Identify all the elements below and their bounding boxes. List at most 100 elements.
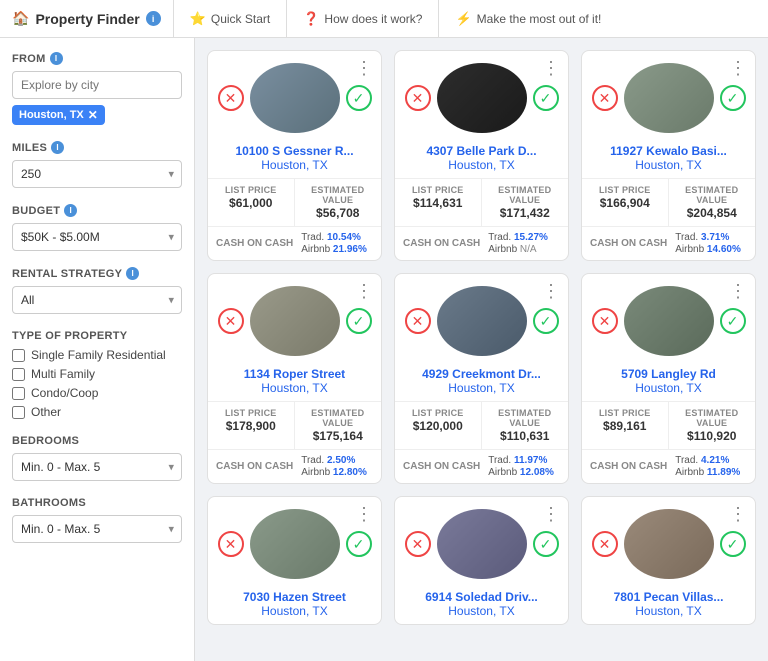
list-price-label: LIST PRICE xyxy=(403,408,473,418)
card-menu-button[interactable]: ⋮ xyxy=(542,505,560,523)
airbnb-return: Airbnb 21.96% xyxy=(301,244,367,255)
accept-button[interactable]: ✓ xyxy=(346,85,372,111)
tab-mostout[interactable]: ⚡ Make the most out of it! xyxy=(438,0,617,38)
list-price-label: LIST PRICE xyxy=(590,408,660,418)
cash-on-cash-label: CASH ON CASH xyxy=(590,461,667,472)
property-city: Houston, TX xyxy=(403,604,560,618)
est-value-label: ESTIMATED VALUE xyxy=(677,408,748,428)
checkbox-single-family[interactable]: Single Family Residential xyxy=(12,348,182,362)
est-value-cell: ESTIMATED VALUE $110,631 xyxy=(482,402,569,449)
reject-button[interactable]: ✕ xyxy=(592,85,618,111)
reject-button[interactable]: ✕ xyxy=(405,85,431,111)
reject-button[interactable]: ✕ xyxy=(218,308,244,334)
accept-button[interactable]: ✓ xyxy=(720,308,746,334)
checkbox-multi-family[interactable]: Multi Family xyxy=(12,367,182,381)
cash-on-cash-label: CASH ON CASH xyxy=(216,461,293,472)
card-menu-button[interactable]: ⋮ xyxy=(729,282,747,300)
cash-on-cash-label: CASH ON CASH xyxy=(216,238,293,249)
checkbox-condo[interactable]: Condo/Coop xyxy=(12,386,182,400)
budget-info-icon[interactable]: i xyxy=(64,204,77,217)
property-address-link[interactable]: 7801 Pecan Villas... xyxy=(614,590,724,604)
accept-button[interactable]: ✓ xyxy=(533,308,559,334)
property-address-link[interactable]: 4929 Creekmont Dr... xyxy=(422,367,541,381)
property-address-link[interactable]: 11927 Kewalo Basi... xyxy=(610,144,727,158)
property-address: 4929 Creekmont Dr... Houston, TX xyxy=(395,362,568,401)
property-image xyxy=(624,286,714,356)
property-card: ⋮ ✕ ✓ 1134 Roper Street Houston, TX LIST… xyxy=(207,273,382,484)
reject-button[interactable]: ✕ xyxy=(218,531,244,557)
card-menu-button[interactable]: ⋮ xyxy=(355,505,373,523)
property-address-link[interactable]: 10100 S Gessner R... xyxy=(235,144,353,158)
cash-on-cash-label: CASH ON CASH xyxy=(590,238,667,249)
rental-info-icon[interactable]: i xyxy=(126,267,139,280)
miles-select[interactable]: 250 50 100 500 xyxy=(12,160,182,188)
from-label: FROM i xyxy=(12,52,182,65)
property-city: Houston, TX xyxy=(590,604,747,618)
accept-button[interactable]: ✓ xyxy=(346,308,372,334)
remove-tag-button[interactable]: ✕ xyxy=(88,108,98,122)
other-checkbox[interactable] xyxy=(12,406,25,419)
property-address-link[interactable]: 7030 Hazen Street xyxy=(243,590,346,604)
single-family-checkbox[interactable] xyxy=(12,349,25,362)
property-listing-area: ⋮ ✕ ✓ 10100 S Gessner R... Houston, TX L… xyxy=(195,38,768,661)
property-address-link[interactable]: 1134 Roper Street xyxy=(244,367,345,381)
property-address-link[interactable]: 6914 Soledad Driv... xyxy=(425,590,538,604)
property-address-link[interactable]: 4307 Belle Park D... xyxy=(426,144,536,158)
accept-button[interactable]: ✓ xyxy=(720,531,746,557)
card-menu-button[interactable]: ⋮ xyxy=(729,505,747,523)
header: 🏠 Property Finder i ⭐ Quick Start ❓ How … xyxy=(0,0,768,38)
city-search-input[interactable] xyxy=(12,71,182,99)
price-area: LIST PRICE $166,904 ESTIMATED VALUE $204… xyxy=(582,178,755,226)
property-photo xyxy=(250,63,340,133)
checkbox-other[interactable]: Other xyxy=(12,405,182,419)
tab-howdoes[interactable]: ❓ How does it work? xyxy=(286,0,438,38)
card-menu-button[interactable]: ⋮ xyxy=(355,282,373,300)
bedrooms-select-wrapper: Min. 0 - Max. 5 xyxy=(12,453,182,481)
accept-button[interactable]: ✓ xyxy=(346,531,372,557)
accept-button[interactable]: ✓ xyxy=(720,85,746,111)
bathrooms-section: BATHROOMS Min. 0 - Max. 5 xyxy=(12,497,182,543)
tab-quickstart[interactable]: ⭐ Quick Start xyxy=(173,0,287,38)
rental-select[interactable]: All Traditional Airbnb xyxy=(12,286,182,314)
accept-button[interactable]: ✓ xyxy=(533,85,559,111)
question-icon: ❓ xyxy=(303,11,319,27)
reject-button[interactable]: ✕ xyxy=(218,85,244,111)
list-price-cell: LIST PRICE $166,904 xyxy=(582,179,669,226)
condo-checkbox[interactable] xyxy=(12,387,25,400)
property-address: 6914 Soledad Driv... Houston, TX xyxy=(395,585,568,624)
miles-section: MILES i 250 50 100 500 xyxy=(12,141,182,188)
property-photo xyxy=(250,509,340,579)
from-info-icon[interactable]: i xyxy=(50,52,63,65)
list-price-cell: LIST PRICE $114,631 xyxy=(395,179,482,226)
card-menu-button[interactable]: ⋮ xyxy=(355,59,373,77)
budget-select[interactable]: $50K - $5.00M xyxy=(12,223,182,251)
bathrooms-select-wrapper: Min. 0 - Max. 5 xyxy=(12,515,182,543)
property-city: Houston, TX xyxy=(403,381,560,395)
list-price-value: $178,900 xyxy=(216,419,286,433)
main-layout: FROM i Houston, TX ✕ MILES i 250 50 100 … xyxy=(0,38,768,661)
reject-button[interactable]: ✕ xyxy=(405,308,431,334)
bedrooms-select[interactable]: Min. 0 - Max. 5 xyxy=(12,453,182,481)
est-value-value: $110,631 xyxy=(490,429,561,443)
reject-button[interactable]: ✕ xyxy=(592,308,618,334)
reject-button[interactable]: ✕ xyxy=(592,531,618,557)
reject-button[interactable]: ✕ xyxy=(405,531,431,557)
bathrooms-select[interactable]: Min. 0 - Max. 5 xyxy=(12,515,182,543)
logo-info-icon[interactable]: i xyxy=(146,11,161,26)
est-value-cell: ESTIMATED VALUE $56,708 xyxy=(295,179,382,226)
accept-button[interactable]: ✓ xyxy=(533,531,559,557)
est-value-label: ESTIMATED VALUE xyxy=(303,408,374,428)
trad-return: Trad. 10.54% xyxy=(301,232,367,243)
rental-strategy-section: RENTAL STRATEGY i All Traditional Airbnb xyxy=(12,267,182,314)
card-menu-button[interactable]: ⋮ xyxy=(542,59,560,77)
multi-family-checkbox[interactable] xyxy=(12,368,25,381)
property-address-link[interactable]: 5709 Langley Rd xyxy=(621,367,716,381)
est-value-cell: ESTIMATED VALUE $204,854 xyxy=(669,179,756,226)
card-menu-button[interactable]: ⋮ xyxy=(542,282,560,300)
price-area: LIST PRICE $178,900 ESTIMATED VALUE $175… xyxy=(208,401,381,449)
card-menu-button[interactable]: ⋮ xyxy=(729,59,747,77)
returns-area: CASH ON CASH Trad. 2.50% Airbnb 12.80% xyxy=(208,449,381,483)
miles-info-icon[interactable]: i xyxy=(51,141,64,154)
property-photo xyxy=(437,509,527,579)
est-value-label: ESTIMATED VALUE xyxy=(490,408,561,428)
